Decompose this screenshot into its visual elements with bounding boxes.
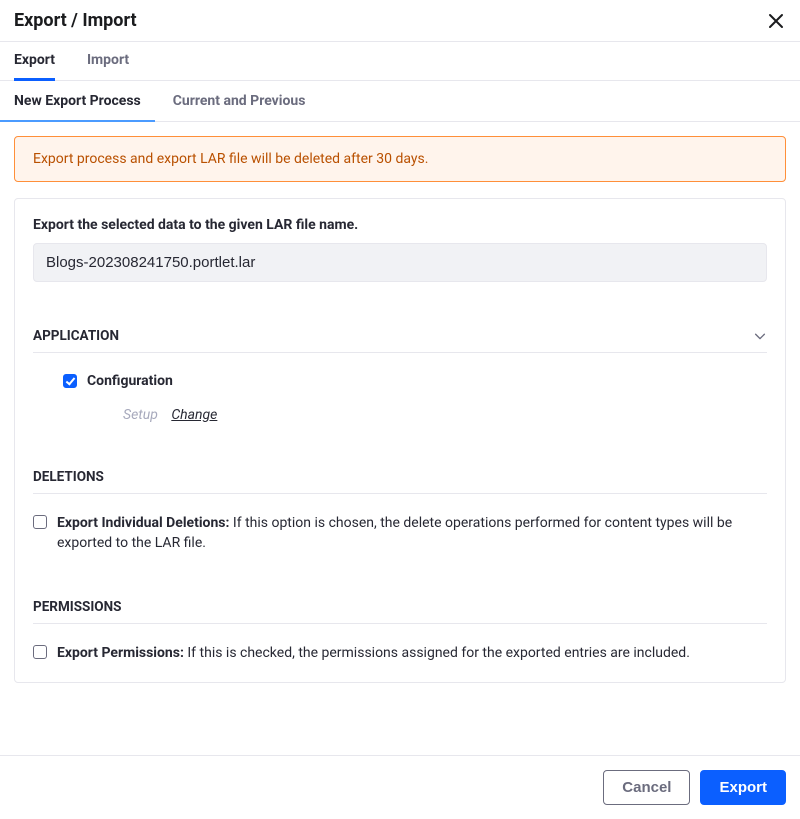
section-application-header[interactable]: APPLICATION xyxy=(33,328,767,353)
deletions-checkbox-label: Export Individual Deletions: xyxy=(57,515,229,531)
export-deletions-checkbox[interactable] xyxy=(33,515,47,529)
dialog-footer: Cancel Export xyxy=(0,755,800,819)
deletions-row: Export Individual Deletions: If this opt… xyxy=(33,514,767,553)
tab-new-export-process[interactable]: New Export Process xyxy=(14,81,141,121)
section-application-title: APPLICATION xyxy=(33,328,119,344)
secondary-tabs: New Export Process Current and Previous xyxy=(0,81,800,122)
lar-filename-input[interactable] xyxy=(33,243,767,282)
section-deletions: DELETIONS Export Individual Deletions: I… xyxy=(33,469,767,553)
configuration-row: Configuration xyxy=(33,373,767,389)
export-panel: Export the selected data to the given LA… xyxy=(14,198,786,683)
section-application: APPLICATION Configuration Setup Change xyxy=(33,328,767,423)
close-button[interactable] xyxy=(766,11,786,31)
tab-import[interactable]: Import xyxy=(87,42,129,80)
tab-export[interactable]: Export xyxy=(14,42,55,80)
close-icon xyxy=(768,13,784,29)
section-permissions: PERMISSIONS Export Permissions: If this … xyxy=(33,599,767,664)
cancel-button[interactable]: Cancel xyxy=(603,770,690,805)
section-deletions-header: DELETIONS xyxy=(33,469,767,494)
configuration-label: Configuration xyxy=(87,373,173,389)
permissions-description: If this is checked, the permissions assi… xyxy=(187,645,690,661)
section-deletions-title: DELETIONS xyxy=(33,469,104,485)
content-area: Export process and export LAR file will … xyxy=(0,122,800,683)
deletions-text: Export Individual Deletions: If this opt… xyxy=(57,514,767,553)
export-button[interactable]: Export xyxy=(700,770,786,805)
setup-row: Setup Change xyxy=(33,407,767,423)
permissions-row: Export Permissions: If this is checked, … xyxy=(33,644,767,664)
chevron-down-icon xyxy=(753,329,767,343)
dialog-title: Export / Import xyxy=(14,10,137,31)
export-permissions-checkbox[interactable] xyxy=(33,645,47,659)
section-permissions-title: PERMISSIONS xyxy=(33,599,121,615)
permissions-checkbox-label: Export Permissions: xyxy=(57,645,184,661)
dialog-header: Export / Import xyxy=(0,0,800,42)
tab-current-and-previous[interactable]: Current and Previous xyxy=(173,81,306,121)
permissions-text: Export Permissions: If this is checked, … xyxy=(57,644,690,664)
change-link[interactable]: Change xyxy=(171,407,217,423)
setup-label: Setup xyxy=(123,407,158,423)
warning-alert: Export process and export LAR file will … xyxy=(14,136,786,182)
configuration-checkbox[interactable] xyxy=(63,374,77,388)
primary-tabs: Export Import xyxy=(0,42,800,81)
alert-message: Export process and export LAR file will … xyxy=(33,151,428,167)
export-prompt: Export the selected data to the given LA… xyxy=(33,217,767,233)
section-permissions-header: PERMISSIONS xyxy=(33,599,767,624)
